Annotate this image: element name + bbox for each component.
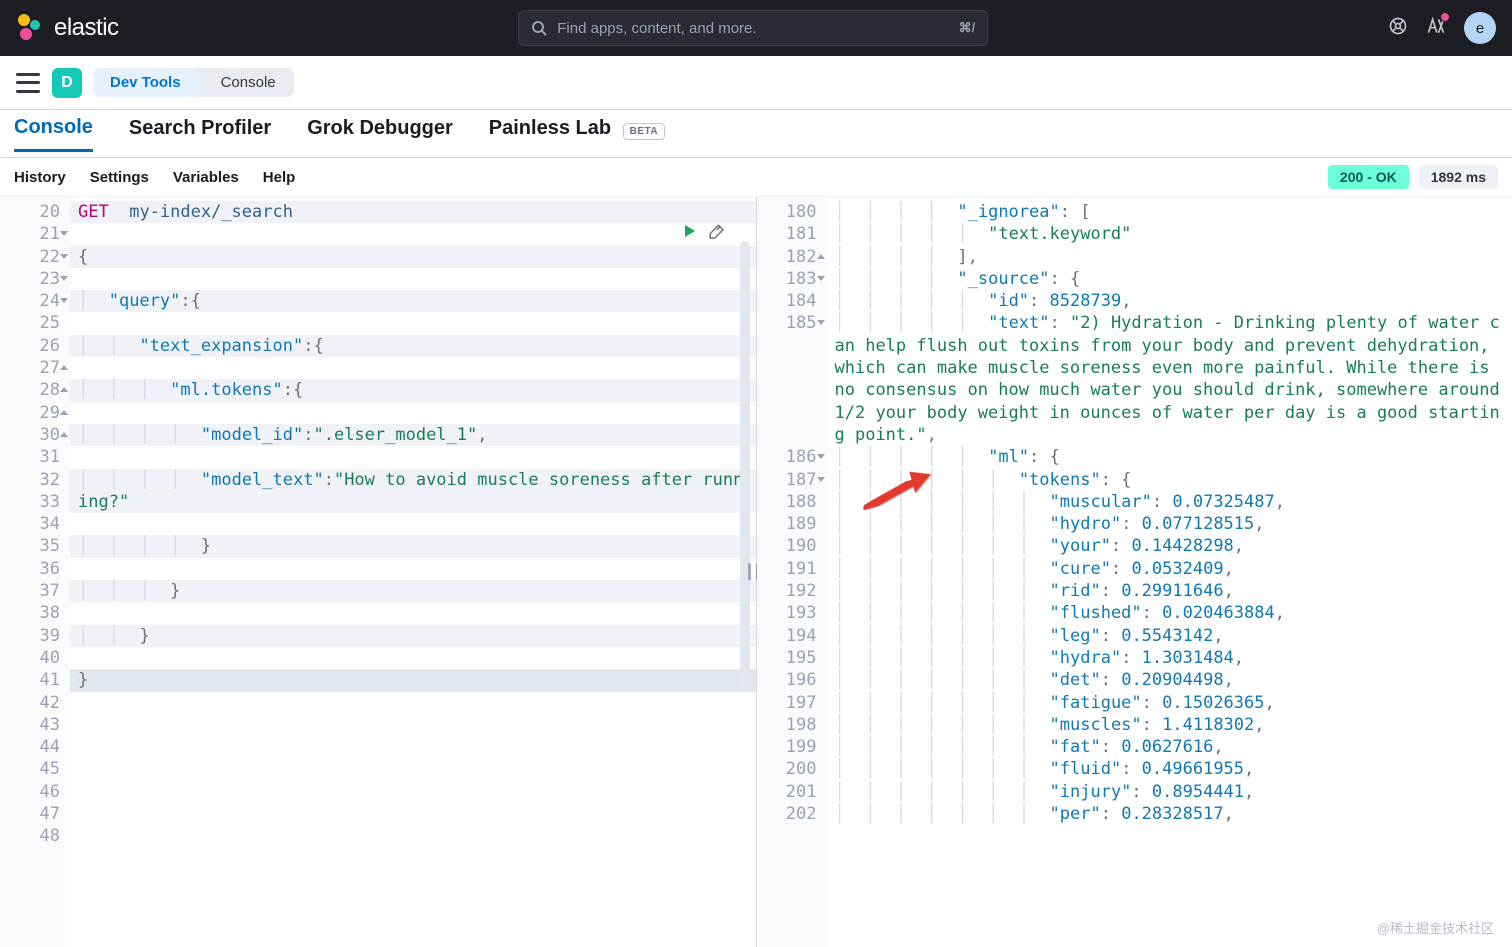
brand[interactable]: elastic (16, 14, 119, 42)
request-editor[interactable]: GET my-index/_search { │ "query":{ │ │ "… (70, 197, 756, 947)
subnav-settings[interactable]: Settings (90, 169, 149, 186)
editor-panes: 2021222324252627282930313233343536373839… (0, 197, 1512, 947)
breadcrumb-bar: D Dev Tools Console (0, 56, 1512, 110)
search-shortcut: ⌘/ (959, 20, 976, 36)
run-request-icon[interactable] (682, 223, 698, 246)
tab-profiler[interactable]: Search Profiler (129, 117, 271, 150)
nav-toggle-icon[interactable] (16, 73, 40, 93)
search-placeholder: Find apps, content, and more. (557, 20, 948, 37)
subnav-variables[interactable]: Variables (173, 169, 239, 186)
request-scrollbar[interactable] (740, 241, 750, 691)
space-badge[interactable]: D (52, 68, 82, 98)
console-toolbar: History Settings Variables Help 200 - OK… (0, 158, 1512, 197)
breadcrumb-devtools[interactable]: Dev Tools (94, 68, 197, 97)
tab-console[interactable]: Console (14, 116, 93, 152)
subnav-help[interactable]: Help (263, 169, 296, 186)
newsfeed-icon[interactable] (1426, 16, 1446, 41)
subnav-history[interactable]: History (14, 169, 66, 186)
top-bar: elastic Find apps, content, and more. ⌘/… (0, 0, 1512, 56)
avatar-letter: e (1476, 20, 1484, 37)
beta-badge: BETA (623, 123, 665, 140)
response-pane[interactable]: 180181182183184185 186187188189190191192… (757, 197, 1512, 947)
breadcrumb-console: Console (197, 68, 294, 97)
brand-text: elastic (54, 14, 119, 42)
search-icon (531, 20, 547, 36)
tab-grok[interactable]: Grok Debugger (307, 117, 453, 150)
response-time: 1892 ms (1419, 165, 1498, 189)
notification-dot (1440, 12, 1450, 22)
tab-painless[interactable]: Painless Lab BETA (489, 117, 665, 150)
breadcrumb: Dev Tools Console (94, 68, 294, 97)
request-options-icon[interactable] (708, 223, 726, 246)
watermark: @稀土掘金技术社区 (1377, 918, 1494, 937)
status-badge: 200 - OK (1328, 165, 1409, 189)
help-icon[interactable] (1388, 16, 1408, 41)
global-search[interactable]: Find apps, content, and more. ⌘/ (518, 10, 988, 46)
response-viewer: │ │ │ │ "_ignorea": [ │ │ │ │ │ "text.ke… (827, 197, 1512, 947)
elastic-logo-icon (16, 14, 44, 42)
user-avatar[interactable]: e (1464, 12, 1496, 44)
request-gutter: 2021222324252627282930313233343536373839… (0, 197, 70, 947)
request-pane[interactable]: 2021222324252627282930313233343536373839… (0, 197, 757, 947)
response-gutter: 180181182183184185 186187188189190191192… (757, 197, 827, 947)
devtools-tabs: Console Search Profiler Grok Debugger Pa… (0, 110, 1512, 158)
